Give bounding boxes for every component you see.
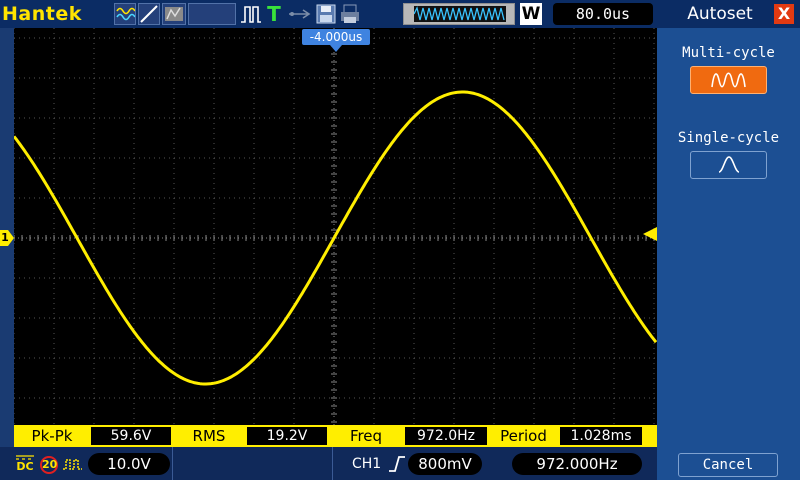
timebase-display[interactable]: 80.0us xyxy=(553,3,653,25)
printer-icon[interactable] xyxy=(339,3,361,25)
single-cycle-label: Single-cycle xyxy=(677,130,780,146)
blank-indicator xyxy=(188,3,236,25)
ramp-icon[interactable] xyxy=(138,3,160,25)
autoset-panel-header: Autoset X xyxy=(657,0,800,28)
volts-per-div-display[interactable]: 10.0V xyxy=(88,453,170,475)
single-cycle-button[interactable] xyxy=(690,151,767,179)
top-toolbar: Hantek T W 80.0us xyxy=(0,0,657,28)
measurement-value: 59.6V xyxy=(91,427,171,445)
waveform-display[interactable] xyxy=(12,28,658,425)
trigger-level-display[interactable]: 800mV xyxy=(408,453,482,475)
divider xyxy=(172,447,173,480)
graticule xyxy=(13,28,657,425)
bottom-status-bar: DC 20 10.0V CH1 800mV 972.000Hz xyxy=(0,447,657,480)
usb-icon xyxy=(287,3,313,25)
multi-cycle-button[interactable] xyxy=(690,66,767,94)
measurement-value: 972.0Hz xyxy=(405,427,487,445)
window-mode-button[interactable]: W xyxy=(520,3,542,25)
autoset-panel: Autoset X Multi-cycle Single-cycle Cance… xyxy=(657,0,800,480)
measurement-label: Freq xyxy=(349,427,383,445)
ch1-ground-marker[interactable]: 1 xyxy=(0,230,14,246)
multi-cycle-label: Multi-cycle xyxy=(682,45,775,61)
bandwidth-limit-icon[interactable]: 20 xyxy=(40,456,58,474)
rising-edge-icon[interactable] xyxy=(387,453,407,475)
waveform-svg xyxy=(12,28,658,425)
coupling-indicator[interactable]: DC xyxy=(14,451,36,475)
save-icon[interactable] xyxy=(315,3,337,25)
pulse-icon[interactable] xyxy=(240,3,262,25)
cancel-button[interactable]: Cancel xyxy=(678,453,778,477)
multi-cycle-wave-icon xyxy=(711,72,746,88)
memory-window xyxy=(413,6,506,22)
trigger-position-label: -4.000us xyxy=(302,29,370,45)
measurement-value: 1.028ms xyxy=(560,427,642,445)
measurement-label: RMS xyxy=(192,427,226,445)
measurement-bar: Pk-Pk 59.6V RMS 19.2V Freq 972.0Hz Perio… xyxy=(14,425,657,447)
measurement-label: Pk-Pk xyxy=(31,427,73,445)
panel-title: Autoset xyxy=(687,4,753,24)
close-button[interactable]: X xyxy=(774,4,794,24)
single-cycle-wave-icon xyxy=(718,156,740,173)
frequency-counter-display: 972.000Hz xyxy=(512,453,642,475)
trigger-t-icon[interactable]: T xyxy=(264,3,284,25)
trigger-source-label[interactable]: CH1 xyxy=(352,453,386,475)
measurement-value: 19.2V xyxy=(247,427,327,445)
measurement-label: Period xyxy=(500,427,547,445)
ch1-marker-label: 1 xyxy=(1,231,9,244)
coupling-label: DC xyxy=(16,460,34,473)
persistence-icon[interactable] xyxy=(162,3,186,25)
brand-logo: Hantek xyxy=(2,3,82,25)
divider xyxy=(332,447,333,480)
math-waveform-icon[interactable] xyxy=(114,3,136,25)
memory-depth-bar[interactable] xyxy=(403,3,515,25)
trigger-position-arrow xyxy=(330,45,342,52)
probe-icon[interactable] xyxy=(62,456,84,472)
trigger-level-marker[interactable] xyxy=(643,227,657,241)
